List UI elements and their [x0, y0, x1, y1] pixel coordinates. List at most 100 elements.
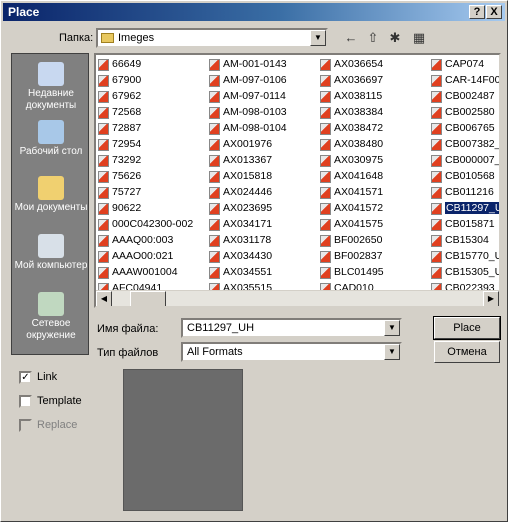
file-item[interactable]: AX036654	[320, 57, 430, 73]
file-item[interactable]: AX041648	[320, 169, 430, 185]
file-name: 67900	[112, 74, 142, 86]
file-item[interactable]: BF002650	[320, 233, 430, 249]
file-name: AX041572	[334, 202, 384, 214]
file-item[interactable]: AX015818	[209, 169, 319, 185]
place-computer[interactable]: Мой компьютер	[12, 234, 90, 272]
image-file-icon	[320, 251, 331, 263]
file-item[interactable]: 72568	[98, 105, 208, 121]
file-item[interactable]: AM-001-0143	[209, 57, 319, 73]
scroll-right-icon[interactable]: ▶	[483, 291, 499, 306]
file-item[interactable]: 72887	[98, 121, 208, 137]
file-item[interactable]: AX038384	[320, 105, 430, 121]
file-item[interactable]: CAR-14F0023	[431, 73, 499, 89]
place-desktop[interactable]: Рабочий стол	[12, 120, 90, 158]
file-item[interactable]: CB002580	[431, 105, 499, 121]
file-item[interactable]: CB15770_UI	[431, 249, 499, 265]
file-item[interactable]: AAAO00:021	[98, 249, 208, 265]
place-documents[interactable]: Мои документы	[12, 176, 90, 214]
file-item[interactable]: 75727	[98, 185, 208, 201]
network-icon	[38, 292, 64, 316]
file-item[interactable]: AX023695	[209, 201, 319, 217]
file-item[interactable]: AM-097-0106	[209, 73, 319, 89]
file-item[interactable]: AX041571	[320, 185, 430, 201]
new-folder-icon[interactable]: ✱	[385, 29, 405, 47]
file-item[interactable]: AX034551	[209, 265, 319, 281]
file-item[interactable]: CB000007_UI	[431, 153, 499, 169]
chevron-down-icon[interactable]: ▼	[384, 344, 400, 360]
file-item[interactable]: AX038115	[320, 89, 430, 105]
file-item[interactable]: 90622	[98, 201, 208, 217]
image-file-icon	[320, 235, 331, 247]
file-item[interactable]: 000C042300-002	[98, 217, 208, 233]
my-computer-icon	[38, 234, 64, 258]
cancel-button[interactable]: Отмена	[434, 341, 500, 363]
horizontal-scrollbar[interactable]: ◀ ▶	[96, 290, 499, 306]
look-in-combo[interactable]: Imeges ▼	[96, 28, 328, 48]
file-item[interactable]: CB015871	[431, 217, 499, 233]
chevron-down-icon[interactable]: ▼	[384, 320, 400, 336]
file-item[interactable]: CB11297_UI	[431, 201, 499, 217]
file-item[interactable]: AX041572	[320, 201, 430, 217]
file-item[interactable]: AX041575	[320, 217, 430, 233]
file-item[interactable]: AX013367	[209, 153, 319, 169]
file-item[interactable]: 67900	[98, 73, 208, 89]
file-item[interactable]: BLC01495	[320, 265, 430, 281]
file-item[interactable]: AX001976	[209, 137, 319, 153]
file-item[interactable]: BF002837	[320, 249, 430, 265]
file-item[interactable]: AX030975	[320, 153, 430, 169]
scrollbar-thumb[interactable]	[130, 291, 166, 306]
file-name: 72568	[112, 106, 142, 118]
file-item[interactable]: AX024446	[209, 185, 319, 201]
file-item[interactable]: CB011216	[431, 185, 499, 201]
file-item[interactable]: 66649	[98, 57, 208, 73]
scroll-left-icon[interactable]: ◀	[96, 291, 112, 306]
template-label: Template	[37, 395, 82, 407]
file-item[interactable]: 73292	[98, 153, 208, 169]
file-item[interactable]: CB010568	[431, 169, 499, 185]
file-item[interactable]: CB006765	[431, 121, 499, 137]
help-button[interactable]: ?	[469, 5, 485, 19]
image-file-icon	[98, 123, 109, 135]
view-menu-icon[interactable]: ▦	[407, 29, 431, 47]
file-item[interactable]: 75626	[98, 169, 208, 185]
place-network[interactable]: Сетевое окружение	[12, 292, 90, 342]
file-name: 72887	[112, 122, 142, 134]
file-list[interactable]: 66649 67900 67962 72568 72887 72954 73292 75626…	[94, 53, 501, 308]
file-item[interactable]: 72954	[98, 137, 208, 153]
replace-checkbox	[19, 419, 32, 432]
file-item[interactable]: CB002487	[431, 89, 499, 105]
file-item[interactable]: AX034171	[209, 217, 319, 233]
file-item[interactable]: AX036697	[320, 73, 430, 89]
back-icon[interactable]: ←	[341, 29, 361, 47]
close-button[interactable]: X	[486, 5, 502, 19]
filetype-combo[interactable]: All Formats ▼	[181, 342, 402, 362]
place-recent-label: Недавние документы	[25, 88, 77, 111]
place-recent[interactable]: Недавние документы	[12, 62, 90, 112]
file-item[interactable]: AX038472	[320, 121, 430, 137]
file-item[interactable]: AM-098-0104	[209, 121, 319, 137]
link-checkbox[interactable]: ✓	[19, 371, 32, 384]
filename-combo[interactable]: CB11297_UH ▼	[181, 318, 402, 338]
file-item[interactable]: AM-098-0103	[209, 105, 319, 121]
chevron-down-icon[interactable]: ▼	[310, 30, 326, 46]
file-item[interactable]: AX038480	[320, 137, 430, 153]
file-item[interactable]: CAP074	[431, 57, 499, 73]
file-item[interactable]: AM-097-0114	[209, 89, 319, 105]
window-title: Place	[8, 5, 40, 19]
image-file-icon	[98, 91, 109, 103]
file-item[interactable]: AAAQ00:003	[98, 233, 208, 249]
file-item[interactable]: CB15304	[431, 233, 499, 249]
up-folder-icon[interactable]: ⇧	[363, 29, 383, 47]
file-item[interactable]: CB15305_UI	[431, 265, 499, 281]
file-item[interactable]: CB007382_UI	[431, 137, 499, 153]
file-item[interactable]: AX031178	[209, 233, 319, 249]
place-button[interactable]: Place	[433, 316, 501, 340]
preview-panel	[123, 369, 243, 511]
image-file-icon	[320, 91, 331, 103]
file-item[interactable]: 67962	[98, 89, 208, 105]
template-checkbox[interactable]	[19, 395, 32, 408]
image-file-icon	[431, 251, 442, 263]
image-file-icon	[320, 123, 331, 135]
file-item[interactable]: AAAW001004	[98, 265, 208, 281]
file-item[interactable]: AX034430	[209, 249, 319, 265]
